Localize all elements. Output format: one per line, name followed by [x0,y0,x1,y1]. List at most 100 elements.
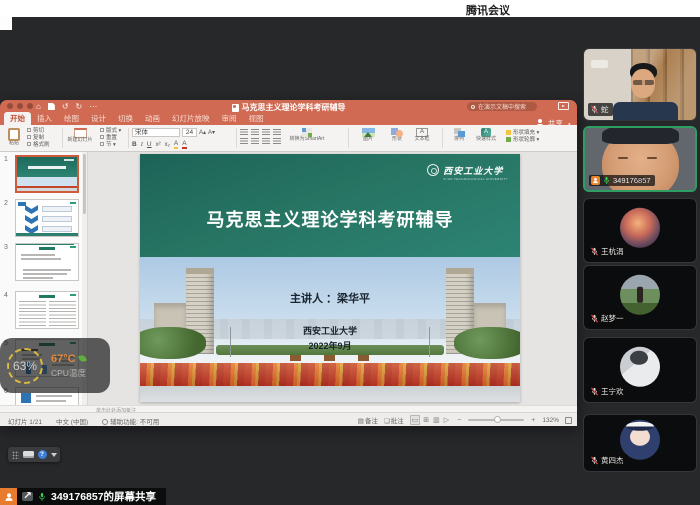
save-icon[interactable] [48,103,55,110]
zoom-slider[interactable] [468,419,524,421]
language-indicator[interactable]: 中文 (中国) [56,416,88,426]
tab-transitions[interactable]: 切换 [112,112,139,125]
shape-outline-button[interactable]: 形状轮廓 ▾ [506,137,539,144]
tab-home[interactable]: 开始 [4,112,31,125]
layout-button[interactable]: 版式 ▾ [100,128,121,135]
textbox-button[interactable]: A 文本框 [410,128,434,143]
quick-styles-button[interactable]: A 快速样式 [472,128,500,143]
slide-canvas[interactable]: 西安工业大学 XI'AN TECHNOLOGICAL UNIVERSITY 马克… [140,154,520,402]
participant-name: 黄四杰 [601,455,624,466]
cut-button[interactable]: 剪切 [27,128,50,135]
new-slide-button[interactable]: 新建幻灯片 [66,128,94,144]
italic-button[interactable]: I [141,141,143,148]
help-button[interactable]: ? [38,450,47,459]
tab-design[interactable]: 设计 [85,112,112,125]
smartart-button[interactable]: 转换为SmartArt [288,128,326,143]
format-painter-button[interactable]: 格式刷 [27,142,50,149]
tab-animations[interactable]: 动画 [139,112,166,125]
window-corner [0,17,12,30]
participant-tile[interactable]: 蛇 [583,48,697,121]
participant-label: 王杭涓 [588,245,628,258]
slide-title[interactable]: 马克思主义理论学科考研辅导 [140,206,520,232]
thumb-number: 2 [4,200,8,207]
participant-tile-active-speaker[interactable]: 349176857 [583,126,697,192]
avatar [620,274,660,314]
thumb-number: 1 [4,156,8,163]
shape-outline-icon [506,137,511,142]
ppt-app-icon [232,104,239,112]
font-color-button[interactable]: A [182,140,186,149]
window-controls[interactable] [7,103,33,109]
slide-thumbnail-1[interactable] [15,155,79,193]
chevron-down-icon[interactable] [51,453,57,457]
tab-view[interactable]: 视图 [243,112,270,125]
slide-header-band: 西安工业大学 XI'AN TECHNOLOGICAL UNIVERSITY 马克… [140,154,520,257]
font-name-select[interactable]: 宋体 [132,128,180,137]
participant-tile[interactable]: 王宁欢 [583,337,697,403]
presentation-icon[interactable] [558,102,569,110]
smartart-icon [302,128,312,137]
bullets-icon[interactable] [240,138,248,144]
search-input[interactable]: 在演示文稿中搜索 [467,102,537,111]
subscript-icon[interactable]: x₂ [165,142,170,148]
align-center-icon[interactable] [251,129,259,135]
meeting-user-badge[interactable] [0,488,17,505]
reset-button[interactable]: 重置 [100,135,121,142]
normal-view-icon[interactable] [410,415,421,425]
slide-thumbnail-4[interactable] [15,291,79,329]
redo-icon[interactable] [76,102,83,111]
slide-university-text[interactable]: 西安工业大学 [140,324,520,337]
avatar [620,347,660,387]
font-size-select[interactable]: 24 [182,128,197,137]
zoom-in-icon[interactable] [530,417,536,424]
paste-button[interactable]: 粘贴 [5,128,23,147]
undo-icon[interactable] [62,102,69,111]
align-left-icon[interactable] [240,129,248,135]
copy-button[interactable]: 复制 [27,135,50,142]
keyboard-icon[interactable] [23,451,34,458]
highlight-color-button[interactable]: A [174,140,178,149]
accessibility-icon [102,419,108,425]
superscript-icon[interactable]: x² [156,142,161,148]
participant-tile[interactable]: 王杭涓 [583,198,697,263]
line-spacing-icon[interactable] [273,138,281,144]
numbering-icon[interactable] [251,138,259,144]
zoom-out-icon[interactable] [456,417,462,424]
fit-to-window-icon[interactable] [565,417,572,424]
participant-label: 赵梦一 [588,312,628,325]
slide-thumbnail-2[interactable] [15,199,79,237]
home-icon[interactable] [36,102,41,111]
align-right-icon[interactable] [262,129,270,135]
more-icon[interactable] [89,102,97,111]
zoom-slider-knob[interactable] [494,416,501,423]
picture-button[interactable]: 图片 [356,128,380,143]
decrease-font-icon[interactable]: A▾ [208,129,215,136]
zoom-level[interactable]: 132% [542,417,559,424]
slide-thumbnail-3[interactable] [15,243,79,281]
reading-view-icon[interactable] [432,416,441,424]
justify-icon[interactable] [273,129,281,135]
drag-handle-icon[interactable] [12,451,19,459]
comments-toggle[interactable]: 批注 [384,415,404,425]
tab-insert[interactable]: 插入 [31,112,58,125]
participant-tile[interactable]: 黄四杰 [583,414,697,472]
app-title: 腾讯会议 [452,2,524,18]
notes-pane[interactable]: 单击此处添加备注 [0,405,577,412]
increase-font-icon[interactable]: A▴ [199,129,206,136]
slide-presenter-text[interactable]: 主讲人 ：梁华平 [140,290,520,306]
underline-button[interactable]: U [147,141,152,148]
tab-review[interactable]: 审阅 [216,112,243,125]
participant-tile[interactable]: 赵梦一 [583,265,697,330]
tab-slideshow[interactable]: 幻灯片放映 [166,112,216,125]
bold-button[interactable]: B [132,141,137,148]
notes-toggle[interactable]: 备注 [358,415,378,425]
shapes-button[interactable]: 形状 [386,128,408,143]
slide-sorter-icon[interactable] [422,416,430,424]
tab-draw[interactable]: 绘图 [58,112,85,125]
slide-date-text[interactable]: 2022年9月 [140,339,520,352]
slideshow-icon[interactable] [443,416,450,424]
section-button[interactable]: 节 ▾ [100,142,121,149]
indent-icon[interactable] [262,138,270,144]
shape-fill-button[interactable]: 形状填充 ▾ [506,130,539,137]
arrange-button[interactable]: 排列 [448,128,470,143]
